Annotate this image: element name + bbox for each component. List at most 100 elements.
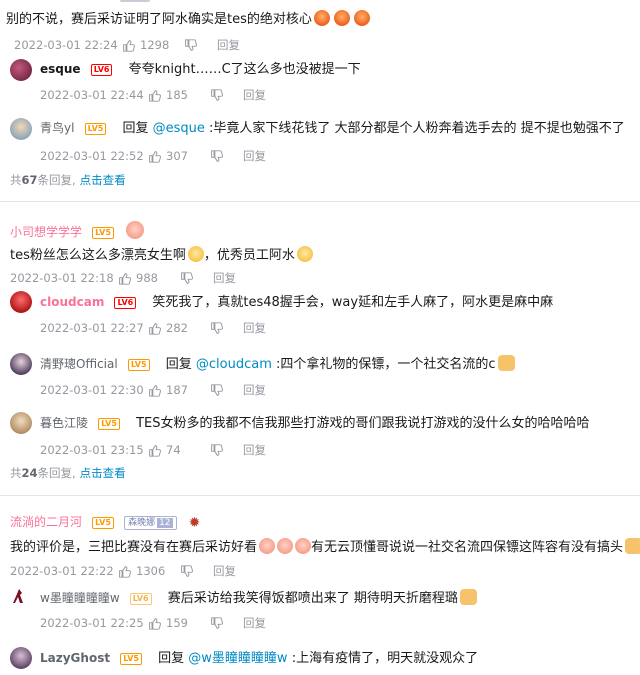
reply-button[interactable]: 回复 xyxy=(217,37,240,53)
reply-button[interactable]: 回复 xyxy=(243,382,266,398)
avatar[interactable] xyxy=(10,412,32,434)
reply-header: w墨瞳瞳瞳瞳w LV6 赛后采访给我笑得饭都喷出来了 期待明天折磨程璐 xyxy=(40,589,477,608)
thumb-down-icon xyxy=(211,149,223,162)
reply-meta: 2022-03-01 23:15 74 回复 xyxy=(40,442,266,458)
like-button[interactable]: 1306 xyxy=(118,563,180,579)
blush-emoji-icon xyxy=(187,246,204,262)
reply-meta: 2022-03-01 22:30 187 回复 xyxy=(40,382,266,398)
dislike-button[interactable] xyxy=(180,271,213,285)
level-badge: LV6 xyxy=(90,63,113,76)
maple-leaf-icon: ✹ xyxy=(188,514,201,531)
view-more-replies: 共67条回复, 点击查看 xyxy=(10,173,126,187)
avatar[interactable] xyxy=(10,647,32,669)
avatar-figure-icon xyxy=(13,589,23,603)
thumb-down-icon xyxy=(185,38,197,51)
reply-text: TES女粉多的我都不信我那些打游戏的哥们跟我说打游戏的没什么女的哈哈哈哈 xyxy=(136,416,590,431)
angry-emoji-icon xyxy=(353,10,370,26)
fan-badge: 森晚娜 12 xyxy=(124,515,177,530)
level-badge: LV6 xyxy=(129,592,152,605)
dislike-button[interactable] xyxy=(210,88,243,102)
thumb-up-icon xyxy=(149,322,161,335)
level-badge: LV5 xyxy=(84,122,107,135)
like-button[interactable]: 988 xyxy=(118,270,180,286)
divider xyxy=(0,495,640,496)
cat-emoji-icon xyxy=(625,538,640,554)
dislike-button[interactable] xyxy=(210,383,243,397)
mention-link[interactable]: @esque xyxy=(153,121,205,136)
avatar[interactable] xyxy=(10,353,32,375)
username[interactable]: 暮色江陵 xyxy=(40,416,88,430)
laugh-emoji-icon xyxy=(295,538,312,554)
level-badge: LV5 xyxy=(120,652,142,665)
level-badge: LV5 xyxy=(92,516,114,529)
reply-text: :四个拿礼物的保镖，一个社交名流的c xyxy=(276,357,496,372)
comment-header: 小司想学学学 LV5 xyxy=(10,221,145,240)
thumb-up-icon xyxy=(149,617,161,630)
reply-header: cloudcam LV6 笑死我了，真就tes48握手会，way延和左手人麻了，… xyxy=(40,294,553,312)
reply-button[interactable]: 回复 xyxy=(243,148,266,164)
thumb-up-icon xyxy=(149,384,161,397)
comment-text: tes粉丝怎么这么多漂亮女生啊 ，优秀员工阿水 xyxy=(10,246,313,265)
reply-header: 清野璁Official LV5 回复 @cloudcam :四个拿礼物的保镖，一… xyxy=(40,355,515,374)
reply-header: LazyGhost LV5 回复 @w墨瞳瞳瞳瞳w :上海有疫情了，明天就没观众… xyxy=(40,651,479,666)
reply-button[interactable]: 回复 xyxy=(243,442,266,458)
username[interactable]: 清野璁Official xyxy=(40,357,118,371)
angry-emoji-icon xyxy=(333,10,350,26)
thumb-down-icon xyxy=(211,383,223,396)
username[interactable]: 小司想学学学 xyxy=(10,225,82,239)
avatar[interactable] xyxy=(10,586,30,606)
thumb-up-icon xyxy=(149,89,161,102)
gift-badge-icon xyxy=(126,221,145,239)
reply-button[interactable]: 回复 xyxy=(243,615,266,631)
username[interactable]: 青鸟yl xyxy=(40,121,74,135)
mention-link[interactable]: @w墨瞳瞳瞳瞳w xyxy=(188,651,287,666)
reply-button[interactable]: 回复 xyxy=(213,270,236,286)
level-badge: LV5 xyxy=(98,417,120,430)
reply-text: :上海有疫情了，明天就没观众了 xyxy=(291,651,479,666)
comment-text: 我的评价是，三把比赛没有在赛后采访好看 有无云顶懂哥说说一社交名流四保镖这阵容有没… xyxy=(10,538,640,557)
username[interactable]: w墨瞳瞳瞳瞳w xyxy=(40,591,120,605)
username[interactable]: LazyGhost xyxy=(40,651,110,665)
reply-button[interactable]: 回复 xyxy=(243,320,266,336)
like-button[interactable]: 159 xyxy=(148,615,210,631)
avatar[interactable] xyxy=(10,59,32,81)
dislike-button[interactable] xyxy=(210,149,243,163)
like-button[interactable]: 185 xyxy=(148,87,210,103)
thumb-down-icon xyxy=(181,564,193,577)
reply-button[interactable]: 回复 xyxy=(213,563,236,579)
like-button[interactable]: 1298 xyxy=(122,37,184,53)
reply-header: 青鸟yl LV5 回复 @esque :毕竟人家下线花钱了 大部分都是个人粉奔着… xyxy=(40,121,625,136)
level-badge: LV6 xyxy=(114,296,137,309)
avatar[interactable] xyxy=(10,291,32,313)
like-button[interactable]: 282 xyxy=(148,320,210,336)
view-more-link[interactable]: 点击查看 xyxy=(80,466,126,480)
reply-meta: 2022-03-01 22:25 159 回复 xyxy=(40,615,266,631)
reply-text: 笑死我了，真就tes48握手会，way延和左手人麻了，阿水更是麻中麻 xyxy=(152,295,554,310)
reply-button[interactable]: 回复 xyxy=(243,87,266,103)
username[interactable]: cloudcam xyxy=(40,295,104,309)
dislike-button[interactable] xyxy=(184,38,217,52)
angry-emoji-icon xyxy=(313,10,330,26)
thumb-down-icon xyxy=(211,616,223,629)
view-more-link[interactable]: 点击查看 xyxy=(80,173,126,187)
reply-text: :毕竟人家下线花钱了 大部分都是个人粉奔着选手去的 提不提也勉强不了 xyxy=(209,121,625,136)
dislike-button[interactable] xyxy=(210,321,243,335)
reply-meta: 2022-03-01 22:44 185 回复 xyxy=(40,87,266,103)
like-button[interactable]: 74 xyxy=(148,442,210,458)
dislike-button[interactable] xyxy=(210,616,243,630)
reply-meta: 2022-03-01 22:52 307 回复 xyxy=(40,148,266,164)
dislike-button[interactable] xyxy=(210,443,243,457)
like-button[interactable]: 307 xyxy=(148,148,210,164)
username[interactable]: 流淌的二月河 xyxy=(10,515,82,529)
mention-link[interactable]: @cloudcam xyxy=(196,357,272,372)
divider xyxy=(0,201,640,202)
avatar[interactable] xyxy=(10,118,32,140)
comment-header: 流淌的二月河 LV5 森晚娜 12 ✹ xyxy=(10,514,200,531)
like-button[interactable]: 187 xyxy=(148,382,210,398)
dislike-button[interactable] xyxy=(180,564,213,578)
comment-meta: 2022-03-01 22:24 1298 回复 xyxy=(14,37,240,53)
thumb-up-icon xyxy=(119,565,131,578)
cat-emoji-icon xyxy=(497,355,515,371)
cat-emoji-icon xyxy=(459,589,477,605)
username[interactable]: esque xyxy=(40,62,81,76)
